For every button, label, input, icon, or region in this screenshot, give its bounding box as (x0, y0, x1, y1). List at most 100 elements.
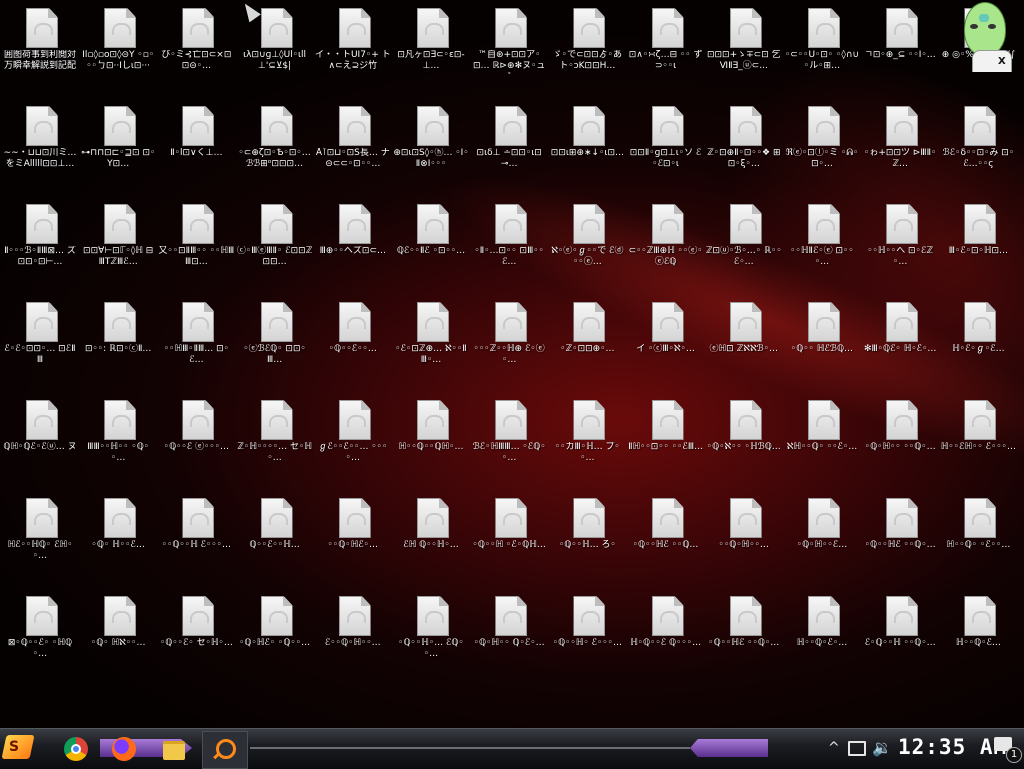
desktop-file-icon[interactable]: ℤ⊡ⓤ◦ℬ◦…◦ ℝ◦◦ℰ◦… (706, 196, 782, 292)
desktop-file-icon[interactable]: ◦ℚ◦◦ℰ◦◦… (315, 294, 391, 390)
file-label: ⊡⊡∀⊢⊡ℾ◦◊ℍ ⊟ⅢTℤⅢℰ… (83, 246, 154, 267)
desktop-file-icon[interactable]: ◦ⓔℬℰℚ◦ ⊡⊡◦Ⅲ… (237, 294, 313, 390)
search-button[interactable] (202, 731, 248, 769)
desktop-file-icon[interactable]: ℍ◦◦ℰℍ◦◦ ℰ◦◦◦… (940, 392, 1016, 488)
desktop-file-icon[interactable]: イ・・トUI7◦+ ト∧⊂え⊇ジ竹 (315, 0, 391, 96)
desktop-file-icon[interactable]: ⊂◦◦ℤⅢ⊕ℍ ◦◦ⓔ◦ⓔℰℚ (628, 196, 704, 292)
desktop-file-icon[interactable]: ℚℍ◦ℚℰ◦ℰⓤ… ヌ (2, 392, 78, 488)
desktop-file-icon[interactable]: ∼∼・⊔⊔⊡川ミ… をミAlllll⊡⊡⊥… (2, 98, 78, 194)
desktop-file-icon[interactable]: ◦ℚ◦◦ℍℰ ◦◦ℚ◦… (862, 490, 938, 586)
desktop-file-icon[interactable]: ℍ◦◦ℚ◦ℰ… (940, 588, 1016, 684)
desktop-file-icon[interactable]: ◦⊂◦◦U◦⊡◦ ◦◊∩∪◦ル◦⊞… (784, 0, 860, 96)
desktop-file-icon[interactable]: ◦ℚ◦◦ℍ… ろ◦ (549, 490, 625, 586)
desktop-file-icon[interactable]: ℊℰ◦◦ℰ◦◦… ◦◦◦◦… (315, 392, 391, 488)
desktop-file-icon[interactable]: Ⅱ◦◦◦ℬ◦ⅡⅢ⊠… ズ⊡⊡◦⊡⊢… (2, 196, 78, 292)
desktop-file-icon[interactable]: ⓒ◦ⅢⓔⅢⅡ◦ ℰ⊡⊡ℤ⊡⊡… (237, 196, 313, 292)
desktop-file-icon[interactable]: ⊡⊡ι⊞⊕∗↓◦ι⊡… (549, 98, 625, 194)
desktop-file-icon[interactable]: イ ◦ⓒⅢ◦ℵ◦… (628, 294, 704, 390)
desktop-file-icon[interactable]: ◦ℚ◦ ℍℵ◦◦… (80, 588, 156, 684)
file-explorer-icon[interactable] (158, 733, 190, 765)
desktop-file-icon[interactable]: ⊡⊡Ⅱ◦ɡ⊡⊥ι◦ソ ℰ◦ℰ⊡◦ι (628, 98, 704, 194)
desktop-file-icon[interactable]: ⊡∧◦∺ζ…⊟ ◦◦ ず⊃◦◦ι (628, 0, 704, 96)
desktop-file-icon[interactable]: ◦ℚ◦◦ℍℰ ◦◦ℚ… (628, 490, 704, 586)
desktop-file-icon[interactable]: ℤ◦⊡⊕Ⅱ◦⊡◦◦❖ ⊞⊡◦ξ◦… (706, 98, 782, 194)
desktop-file-icon[interactable]: ℤ◦ℍ◦◦◦◦… セ◦ℍ◦… (237, 392, 313, 488)
desktop-file-icon[interactable]: ◦ℚ◦ℵ◦◦ ◦ℍℬℚ… (706, 392, 782, 488)
desktop-file-icon[interactable]: ℬℰ◦δ◦◦⊡◦み ⊡◦ℰ…◦◦ς (940, 98, 1016, 194)
desktop-file-icon[interactable]: ℵℍ◦◦ℚ◦ ◦◦ℰ◦… (784, 392, 860, 488)
desktop-file-icon[interactable]: ㄱ⊡◦⊕_⊆ ◦◦I◦… (862, 0, 938, 96)
desktop-file-icon[interactable]: ℰℍ ℚ◦◦ℍ◦… (393, 490, 469, 586)
desktop-file-icon[interactable]: ⊕⊡ι⊡S◊◦ⓗ… ◦I◦Ⅱ⊗I◦◦◦ (393, 98, 469, 194)
desktop-file-icon[interactable]: Ⅱ◦l⊡∨く⊥… (158, 98, 234, 194)
desktop-file-icon[interactable]: ◦ℤ◦⊡⊡⊕◦… (549, 294, 625, 390)
desktop-file-icon[interactable]: ◦ℚ◦◦ℍℰ ◦◦ℚ◦… (706, 588, 782, 684)
desktop-file-icon[interactable]: ⓔℍ⊡ ℤℵℵℬ◦… (706, 294, 782, 390)
desktop-file-icon[interactable]: ℍℰ◦◦ℍℚ◦ ℰℍ◦◦… (2, 490, 78, 586)
desktop-file-icon[interactable]: ℜⓔ◦⊡ⓛ◦ミ ◦ᕱ◦⊡◦… (784, 98, 860, 194)
desktop-file-icon[interactable]: ◦◦ℚ◦ℍ◦◦… (706, 490, 782, 586)
desktop-file-icon[interactable]: ◦◦ℚ◦ℍℰ◦… (315, 490, 391, 586)
desktop-file-icon[interactable]: ⊶⊓⊓⊡⊏◦⊒⊡ ⊡◦Y⊡… (80, 98, 156, 194)
desktop-file-icon[interactable]: ◦ℚ◦ ℍ◦◦ℰ… (80, 490, 156, 586)
desktop-file-icon[interactable]: ⊡凡ヶ⊡∃⊂◦ε⊡-⊥… (393, 0, 469, 96)
desktop-file-icon[interactable]: ◦ゎ+⊡⊡ツ ⊳ⅢⅡ◦ℤ… (862, 98, 938, 194)
desktop-file-icon[interactable]: ◦⊂⊕ζ⊡◦Ѣ◦⊡◦… ℬℬ⊞ᵒ⊡⊡⊡… (237, 98, 313, 194)
desktop-file-icon[interactable]: ゞ◦で⊂⊡⊡ゟ◦あ ト◦ɔK⊡⊡H… (549, 0, 625, 96)
desktop-file-icon[interactable]: ◦ℰ◦⊡ℤ⊕… ℵ◦◦ⅡⅢ◦… (393, 294, 469, 390)
desktop-file-icon[interactable]: ⊡◦◦: ℝ⊡◦ⓒⅡ… (80, 294, 156, 390)
desktop-file-icon[interactable]: ℚℰ◦◦Ⅱℰ ◦⊡◦◦… (393, 196, 469, 292)
desktop-file-icon[interactable]: Ⅲ◦ℰ◦⊡◦ℍ⊡… (940, 196, 1016, 292)
firefox-icon[interactable] (108, 733, 140, 765)
desktop-file-icon[interactable]: ◦◦ℍ◦◦へ ⊡◦ℰℤ◦… (862, 196, 938, 292)
desktop-file-icon[interactable]: ⊠◦ℚ◦◦ℰ◦ ◦ℍℚ◦… (2, 588, 78, 684)
desktop-file-icon[interactable]: ◦ℚ◦ℍ◦◦ℰ… (784, 490, 860, 586)
desktop-file-icon[interactable]: ℍ◦◦ℚ◦ℰ◦… (784, 588, 860, 684)
desktop-file-icon[interactable]: ℵ◦ⓔ◦ℊ◦◦で ℰⓓ◦◦ⓔ… (549, 196, 625, 292)
chrome-icon[interactable] (60, 733, 92, 765)
desktop-file-icon[interactable]: ◦ℚ◦◦ℰ ⓔ◦◦◦… (158, 392, 234, 488)
desktop-file-icon[interactable]: ◦ℚ◦◦ℍ ◦ℰ◦ℚℍ… (471, 490, 547, 586)
desktop-file-icon[interactable]: 囲图荷事到利閲対 万瞬幸解説到記配 (2, 0, 78, 96)
desktop-file-icon[interactable]: ◦ℚ◦◦ℍ◦… ℰℚ◦◦… (393, 588, 469, 684)
desktop-file-icon[interactable]: ℰ◦ℰ◦⊡⊡◦… ⊡ℰⅡⅢ (2, 294, 78, 390)
desktop-file-icon[interactable]: Il▫◊▫ο⊡◊⊝Ϋ ◦▫◦◦◦ㄅ⊡··Ιしι⊡··· (80, 0, 156, 96)
desktop-file-icon[interactable]: ◦◦ℍⅢ◦ⅡⅢ… ⊡◦ℰ… (158, 294, 234, 390)
file-icon (182, 302, 215, 342)
desktop-file-icon[interactable]: ◦ℚ◦◦ ℍℰℬℚ… (784, 294, 860, 390)
desktop-file-icon[interactable]: ⅢⅢ◦◦ℍ◦◦ ◦ℚ◦◦… (80, 392, 156, 488)
desktop-file-icon[interactable]: ℍ◦ℰ◦ℊ◦ℰ… (940, 294, 1016, 390)
desktop-file-icon[interactable]: ◦ℚ◦◦ℍ◦ ℰ◦◦◦… (549, 588, 625, 684)
desktop-file-icon[interactable]: ◦◦ℍⅡℰ◦ⓔ ⊡◦◦◦… (784, 196, 860, 292)
desktop-file-icon[interactable]: ℚ◦◦ℰ◦◦ℍ… (237, 490, 313, 586)
desktop-file-icon[interactable]: ℍ◦◦ℚ◦◦ℚℍ◦… (393, 392, 469, 488)
desktop-file-icon[interactable]: ⊡⊡⊡+ゝ∓⊂⊡ 乞ⅥⅡ∃_ⓤ⊂... (706, 0, 782, 96)
desktop-file-icon[interactable]: ✻Ⅲ◦ℚℰ◦ ℍ◦ℰ◦… (862, 294, 938, 390)
desktop-file-icon[interactable]: Ⅲ⊕◦◦ヘズ⊡⊂… (315, 196, 391, 292)
desktop-file-icon[interactable]: ◦ℚ◦◦ℰ◦ セ◦ℍ◦… (158, 588, 234, 684)
network-icon[interactable] (848, 741, 866, 756)
desktop-file-icon[interactable]: ◦◦カⅢ◦ℍ… プ◦◦… (549, 392, 625, 488)
desktop-file-icon[interactable]: ⊡⊡∀⊢⊡ℾ◦◊ℍ ⊟ⅢTℤⅢℰ… (80, 196, 156, 292)
desktop-file-icon[interactable]: ℍ◦ℚ◦◦ℰ ℚ◦◦◦… (628, 588, 704, 684)
desktop-file-icon[interactable]: 又◦◦⊡ⅡⅢ◦◦ ◦◦ℍⅢⅢ⊡… (158, 196, 234, 292)
desktop-file-icon[interactable]: ℰ◦◦ℚ◦ℍ◦◦… (315, 588, 391, 684)
desktop-file-icon[interactable]: Å⊺⊡⊔◦⊡S長… ナ⊝⊂⊂◦⊡◦◦… (315, 98, 391, 194)
desktop-file-icon[interactable]: ℍ◦◦ℚ◦ ◦ℰ◦◦… (940, 490, 1016, 586)
desktop-file-icon[interactable]: ◦ℚ◦ℍℰ◦ ◦ℚ◦◦… (237, 588, 313, 684)
desktop-file-icon[interactable]: ◦Ⅱ◦…⊡◦◦ ⊡Ⅲ◦◦ℰ… (471, 196, 547, 292)
chevron-up-icon[interactable]: ^ (828, 740, 840, 756)
desktop-file-icon[interactable]: ℰ◦ℚ◦◦ℍ ◦◦ℚ◦… (862, 588, 938, 684)
desktop-file-icon[interactable]: ℬℰ◦ℍⅢⅢ… ◦ℰℚ◦◦… (471, 392, 547, 488)
desktop-file-icon[interactable]: ◦◦ℚ◦◦ℍ ℰ◦◦◦… (158, 490, 234, 586)
start-button[interactable]: S (0, 729, 36, 765)
desktop-file-icon[interactable]: ⊡ιδ⊥ ∸⊡⊡◦ι⊡⊸… (471, 98, 547, 194)
desktop-file-icon[interactable]: ™自⊛+⊡⊡ア◦⊡… ℝ⊳⊕✻ヌ◦ュ⊺ (471, 0, 547, 96)
desktop-file-icon[interactable]: び◦ミ⊰亡⊡⊂×⊡ ⊡⊝◦… (158, 0, 234, 96)
desktop-file-icon[interactable]: ◦ℚ◦ℍ◦◦ ◦◦ℚ◦… (862, 392, 938, 488)
clock[interactable]: 12:35 AM (898, 735, 1007, 759)
volume-icon[interactable]: 🔉 (872, 738, 892, 757)
desktop-file-icon[interactable]: ◦ℚ◦ℍ◦◦ ℚ◦ℰ◦… (471, 588, 547, 684)
desktop-file-icon[interactable]: Ⅱℍ◦◦⊡◦◦ ◦◦ℰⅢ… (628, 392, 704, 488)
desktop-file-icon[interactable]: ◦◦◦ℤ◦◦ℍ⊕ ℰ◦ⓔ◦… (471, 294, 547, 390)
